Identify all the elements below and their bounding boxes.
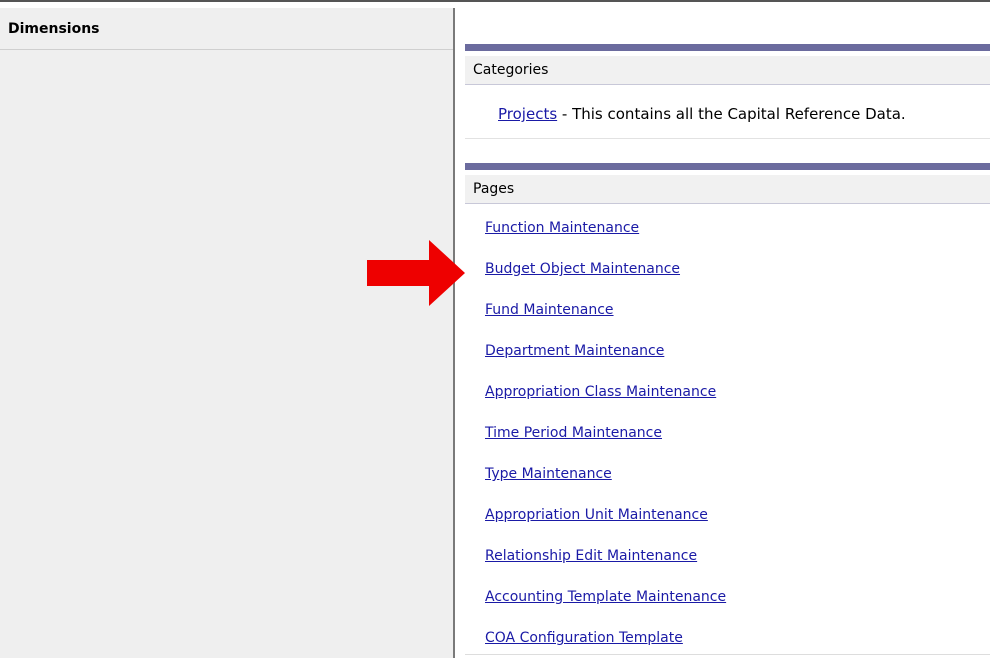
categories-divider (465, 138, 990, 139)
list-item: Relationship Edit Maintenance (485, 546, 726, 587)
list-item: Type Maintenance (485, 464, 726, 505)
window-top-border (0, 0, 990, 7)
coa-configuration-template-link[interactable]: COA Configuration Template (485, 630, 683, 646)
list-item: Time Period Maintenance (485, 423, 726, 464)
list-item: Appropriation Class Maintenance (485, 382, 726, 423)
categories-section-bar (465, 44, 990, 51)
projects-description: - This contains all the Capital Referenc… (557, 105, 906, 123)
list-item: COA Configuration Template (485, 628, 726, 669)
function-maintenance-link[interactable]: Function Maintenance (485, 220, 639, 236)
bottom-divider (465, 654, 990, 655)
type-maintenance-link[interactable]: Type Maintenance (485, 466, 612, 482)
list-item: Appropriation Unit Maintenance (485, 505, 726, 546)
list-item: Department Maintenance (485, 341, 726, 382)
sidebar-title: Dimensions (0, 8, 453, 50)
sidebar: Dimensions (0, 8, 455, 658)
fund-maintenance-link[interactable]: Fund Maintenance (485, 302, 614, 318)
department-maintenance-link[interactable]: Department Maintenance (485, 343, 664, 359)
list-item: Accounting Template Maintenance (485, 587, 726, 628)
appropriation-class-maintenance-link[interactable]: Appropriation Class Maintenance (485, 384, 716, 400)
pages-header: Pages (465, 175, 990, 204)
list-item: Budget Object Maintenance (485, 259, 726, 300)
red-arrow-right-icon (367, 240, 465, 306)
appropriation-unit-maintenance-link[interactable]: Appropriation Unit Maintenance (485, 507, 708, 523)
pages-list: Function Maintenance Budget Object Maint… (485, 218, 726, 669)
main-content: Categories Projects - This contains all … (457, 8, 990, 658)
time-period-maintenance-link[interactable]: Time Period Maintenance (485, 425, 662, 441)
categories-header: Categories (465, 56, 990, 85)
accounting-template-maintenance-link[interactable]: Accounting Template Maintenance (485, 589, 726, 605)
category-item-projects: Projects - This contains all the Capital… (498, 105, 906, 123)
relationship-edit-maintenance-link[interactable]: Relationship Edit Maintenance (485, 548, 697, 564)
list-item: Function Maintenance (485, 218, 726, 259)
pages-section-bar (465, 163, 990, 170)
projects-link[interactable]: Projects (498, 105, 557, 123)
list-item: Fund Maintenance (485, 300, 726, 341)
budget-object-maintenance-link[interactable]: Budget Object Maintenance (485, 261, 680, 277)
